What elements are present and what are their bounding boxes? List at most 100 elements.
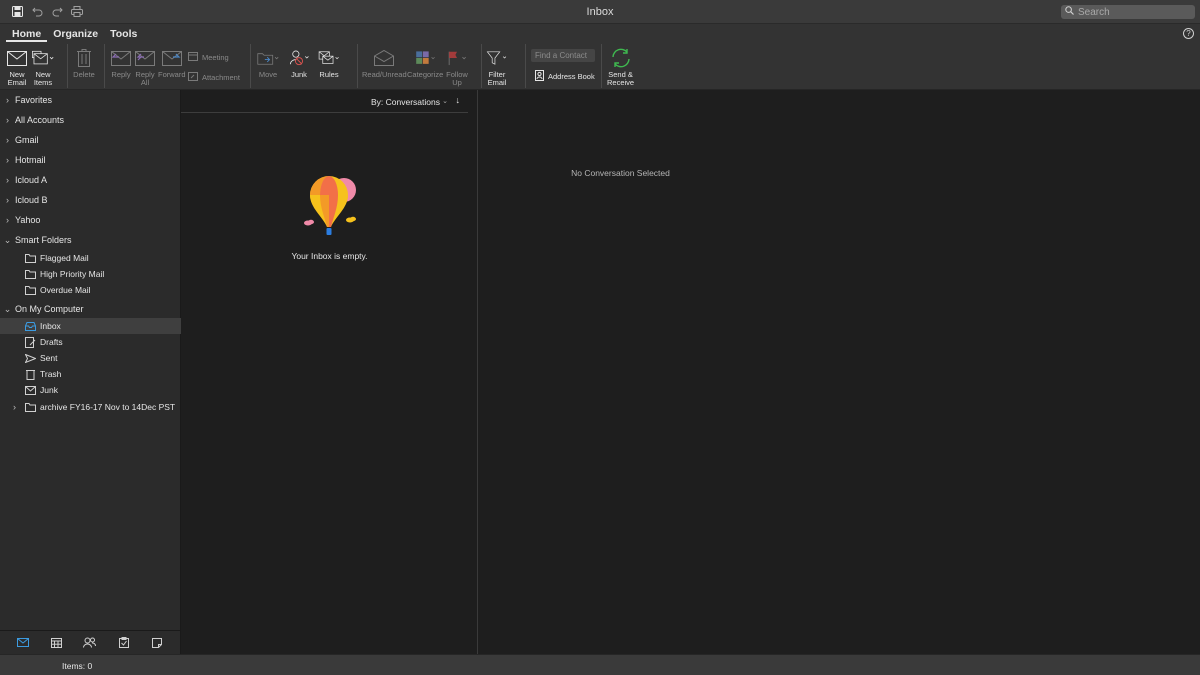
forward-icon [161,48,183,68]
help-icon[interactable]: ? [1183,28,1194,39]
address-book-icon [535,70,544,83]
folder-drafts[interactable]: Drafts [0,334,181,350]
account-icloud-b[interactable]: › Icloud B [0,190,181,210]
chevron-right-icon: › [6,195,9,205]
sort-direction-icon[interactable]: ↓ [456,95,461,105]
ribbon: Home Organize Tools ? New Email New Item… [0,24,1200,90]
chevron-right-icon: › [6,95,9,105]
smart-folders-group[interactable]: ⌄ Smart Folders [0,230,181,250]
folder-inbox[interactable]: Inbox [0,318,181,334]
find-contact-input[interactable] [531,49,595,62]
folder-overdue-mail[interactable]: Overdue Mail [0,282,181,298]
balloon-illustration [301,175,361,242]
search-box[interactable] [1061,5,1195,19]
move-button[interactable]: Move [257,48,279,79]
people-icon[interactable] [83,636,97,650]
calendar-icon[interactable] [49,636,63,650]
mail-icon[interactable] [16,636,30,650]
tasks-icon[interactable] [117,636,131,650]
move-folder-icon [257,48,279,68]
folder-icon [24,401,36,413]
no-conversation-placeholder: No Conversation Selected [571,168,670,178]
trash-icon [24,368,36,380]
new-email-button[interactable]: New Email [6,48,28,87]
reply-all-icon [134,48,156,68]
sort-bar: By: Conversations ⌄ ↓ [181,90,468,113]
ribbon-separator [104,44,105,88]
categorize-button[interactable]: Categorize [407,48,443,79]
filter-email-button[interactable]: Filter Email [486,48,508,87]
sent-icon [24,352,36,364]
address-book-button[interactable]: Address Book [535,70,595,83]
chevron-right-icon[interactable]: › [13,402,16,412]
tab-home[interactable]: Home [6,28,48,42]
rules-button[interactable]: Rules [318,48,340,79]
chevron-right-icon: › [6,115,9,125]
notes-icon[interactable] [150,636,164,650]
delete-button[interactable]: Delete [73,48,95,79]
reply-icon [110,48,132,68]
account-yahoo[interactable]: › Yahoo [0,210,181,230]
redo-icon[interactable] [50,4,64,18]
chevron-right-icon: › [6,215,9,225]
window-title: Inbox [586,6,614,18]
ribbon-separator [601,44,602,88]
chevron-right-icon: › [6,175,9,185]
tab-tools[interactable]: Tools [104,28,143,42]
folder-icon [24,284,36,296]
search-icon [1065,6,1074,18]
account-favorites[interactable]: › Favorites [0,90,181,110]
meeting-button[interactable]: Meeting [188,51,229,63]
trash-icon [73,48,95,68]
chevron-down-icon: ⌄ [3,234,12,245]
undo-icon[interactable] [30,4,44,18]
chevron-down-icon[interactable]: ⌄ [442,97,448,105]
account-icloud-a[interactable]: › Icloud A [0,170,181,190]
folder-icon [24,252,36,264]
reply-all-button[interactable]: Reply All [134,48,156,87]
read-unread-button[interactable]: Read/Unread [362,48,407,79]
junk-icon [288,48,310,68]
folder-sent[interactable]: Sent [0,350,181,366]
rules-icon [318,48,340,68]
folder-icon [24,268,36,280]
message-list: By: Conversations ⌄ ↓ Your Inbox is empt… [181,90,478,654]
sort-dropdown[interactable]: By: Conversations [371,97,440,107]
forward-button[interactable]: Forward [158,48,186,79]
send-receive-button[interactable]: Send & Receive [607,48,634,87]
account-hotmail[interactable]: › Hotmail [0,150,181,170]
follow-up-button[interactable]: Follow Up [446,48,468,87]
categorize-icon [414,48,436,68]
inbox-icon [24,320,36,332]
ribbon-separator [250,44,251,88]
filter-icon [486,48,508,68]
attachment-button[interactable]: Attachment [188,71,240,83]
status-bar: Items: 0 [0,654,1200,675]
folder-flagged-mail[interactable]: Flagged Mail [0,250,181,266]
chevron-right-icon: › [6,135,9,145]
drafts-icon [24,336,36,348]
reading-pane: No Conversation Selected [478,90,1200,654]
folder-high-priority-mail[interactable]: High Priority Mail [0,266,181,282]
search-input[interactable] [1078,6,1188,18]
save-icon[interactable] [10,4,24,18]
empty-inbox-message: Your Inbox is empty. [291,251,368,261]
folder-sidebar: › Favorites › All Accounts › Gmail › Hotmail… [0,90,181,630]
account-gmail[interactable]: › Gmail [0,130,181,150]
new-items-icon [32,48,54,68]
folder-archive[interactable]: › archive FY16-17 Nov to 14Dec PST [0,399,181,415]
print-icon[interactable] [70,4,84,18]
envelope-icon [6,48,28,68]
folder-trash[interactable]: Trash [0,366,181,382]
account-all-accounts[interactable]: › All Accounts [0,110,181,130]
new-items-button[interactable]: New Items [32,48,54,87]
sync-icon [610,48,632,68]
folder-junk[interactable]: Junk [0,382,181,398]
on-my-computer-group[interactable]: ⌄ On My Computer [0,299,181,319]
chevron-right-icon: › [6,155,9,165]
reply-button[interactable]: Reply [110,48,132,79]
tab-organize[interactable]: Organize [47,28,104,42]
title-bar: Inbox [0,0,1200,24]
ribbon-separator [357,44,358,88]
junk-button[interactable]: Junk [288,48,310,79]
